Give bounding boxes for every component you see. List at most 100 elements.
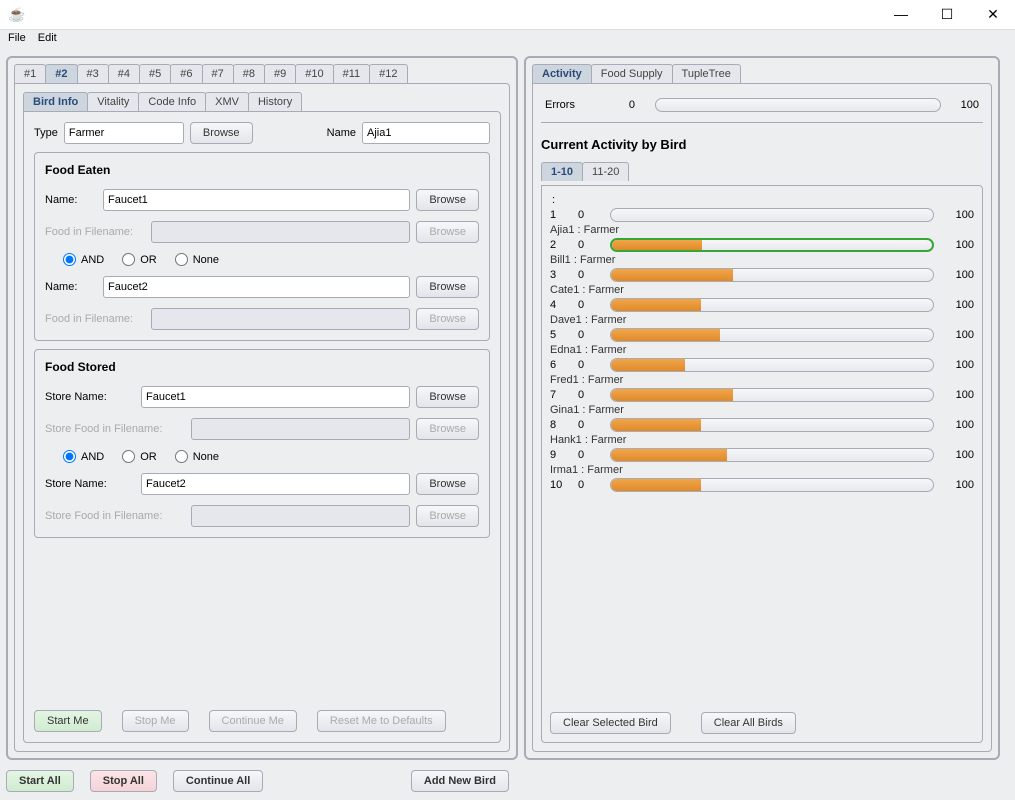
activity-hi: 100 (946, 269, 974, 281)
food-eaten-browse-2[interactable]: Browse (416, 276, 479, 298)
tab-range-11-20[interactable]: 11-20 (582, 162, 629, 181)
activity-index: 2 (550, 239, 566, 251)
minimize-button[interactable]: — (887, 6, 915, 23)
food-eaten-file-input-2 (151, 308, 410, 330)
food-eaten-title: Food Eaten (45, 163, 479, 177)
tab-bird-#4[interactable]: #4 (108, 64, 140, 83)
activity-label-8: Gina1 : Farmer (550, 404, 974, 416)
food-stored-radio-and[interactable]: AND (63, 450, 104, 463)
food-stored-name-input-1[interactable] (141, 386, 410, 408)
bird-info-tabs: Bird InfoVitalityCode InfoXMVHistory (23, 92, 501, 111)
activity-progress-1 (610, 208, 934, 222)
type-browse-button[interactable]: Browse (190, 122, 253, 144)
food-eaten-radio-and[interactable]: AND (63, 253, 104, 266)
tab-bird-#12[interactable]: #12 (369, 64, 407, 83)
food-eaten-file-browse-2: Browse (416, 308, 479, 330)
errors-progress (655, 98, 941, 112)
activity-hi: 100 (946, 479, 974, 491)
food-eaten-name-label-1: Name: (45, 194, 97, 206)
start-me-button[interactable]: Start Me (34, 710, 102, 732)
food-stored-title: Food Stored (45, 360, 479, 374)
tab-info-bird-info[interactable]: Bird Info (23, 92, 88, 111)
name-input[interactable] (362, 122, 490, 144)
errors-hi: 100 (961, 99, 979, 111)
activity-progress-3 (610, 268, 934, 282)
activity-hi: 100 (946, 359, 974, 371)
tab-bird-#6[interactable]: #6 (170, 64, 202, 83)
menu-edit[interactable]: Edit (38, 32, 57, 48)
tab-right-activity[interactable]: Activity (532, 64, 592, 83)
add-new-bird-button[interactable]: Add New Bird (411, 770, 509, 792)
activity-lo: 0 (578, 389, 598, 401)
activity-lo: 0 (578, 479, 598, 491)
tab-bird-#8[interactable]: #8 (233, 64, 265, 83)
activity-lo: 0 (578, 359, 598, 371)
left-panel: #1#2#3#4#5#6#7#8#9#10#11#12 Bird InfoVit… (6, 56, 518, 760)
activity-index: 9 (550, 449, 566, 461)
food-eaten-file-input-1 (151, 221, 410, 243)
activity-item-4: Cate1 : Farmer40100 (550, 284, 974, 314)
clear-all-button[interactable]: Clear All Birds (701, 712, 796, 734)
tab-right-tupletree[interactable]: TupleTree (672, 64, 741, 83)
activity-list-container: : 10100Ajia1 : Farmer20100Bill1 : Farmer… (541, 185, 983, 743)
type-input[interactable] (64, 122, 184, 144)
clear-selected-button[interactable]: Clear Selected Bird (550, 712, 671, 734)
activity-progress-8 (610, 418, 934, 432)
food-stored-browse-2[interactable]: Browse (416, 473, 479, 495)
stop-all-button[interactable]: Stop All (90, 770, 157, 792)
food-eaten-file-label-1: Food in Filename: (45, 226, 145, 238)
maximize-button[interactable]: ☐ (933, 6, 961, 23)
activity-lo: 0 (578, 239, 598, 251)
close-button[interactable]: ✕ (979, 6, 1007, 23)
food-eaten-name-input-2[interactable] (103, 276, 410, 298)
tab-bird-#10[interactable]: #10 (295, 64, 333, 83)
right-tabs: ActivityFood SupplyTupleTree (532, 64, 992, 83)
food-stored-radio-or[interactable]: OR (122, 450, 157, 463)
tab-range-1-10[interactable]: 1-10 (541, 162, 583, 181)
food-stored-radio-none[interactable]: None (175, 450, 219, 463)
activity-hi: 100 (946, 239, 974, 251)
food-stored-file-browse-1: Browse (416, 418, 479, 440)
errors-lo: 0 (595, 99, 635, 111)
bird-control-row: Start Me Stop Me Continue Me Reset Me to… (34, 710, 490, 732)
tab-info-code-info[interactable]: Code Info (138, 92, 206, 111)
tab-bird-#9[interactable]: #9 (264, 64, 296, 83)
food-eaten-radio-or[interactable]: OR (122, 253, 157, 266)
activity-item-8: Gina1 : Farmer80100 (550, 404, 974, 434)
food-stored-file-label-2: Store Food in Filename: (45, 510, 185, 522)
tab-bird-#5[interactable]: #5 (139, 64, 171, 83)
activity-lo: 0 (578, 419, 598, 431)
food-eaten-file-browse-1: Browse (416, 221, 479, 243)
errors-row: Errors 0 100 (541, 92, 983, 123)
activity-index: 1 (550, 209, 566, 221)
tab-info-xmv[interactable]: XMV (205, 92, 249, 111)
bird-index-tab-content: Bird InfoVitalityCode InfoXMVHistory Typ… (14, 83, 510, 752)
food-eaten-radio-none[interactable]: None (175, 253, 219, 266)
food-stored-file-input-2 (191, 505, 410, 527)
activity-progress-5 (610, 328, 934, 342)
tab-bird-#7[interactable]: #7 (202, 64, 234, 83)
food-eaten-name-input-1[interactable] (103, 189, 410, 211)
stop-me-button: Stop Me (122, 710, 189, 732)
activity-index: 6 (550, 359, 566, 371)
food-eaten-browse-1[interactable]: Browse (416, 189, 479, 211)
activity-item-5: Dave1 : Farmer50100 (550, 314, 974, 344)
tab-right-food-supply[interactable]: Food Supply (591, 64, 673, 83)
activity-progress-7 (610, 388, 934, 402)
menu-file[interactable]: File (8, 32, 26, 48)
start-all-button[interactable]: Start All (6, 770, 74, 792)
activity-hi: 100 (946, 329, 974, 341)
food-stored-name-input-2[interactable] (141, 473, 410, 495)
tab-info-history[interactable]: History (248, 92, 302, 111)
continue-all-button[interactable]: Continue All (173, 770, 263, 792)
food-stored-name-label-2: Store Name: (45, 478, 135, 490)
tab-bird-#11[interactable]: #11 (333, 64, 371, 83)
tab-bird-#2[interactable]: #2 (45, 64, 77, 83)
tab-bird-#3[interactable]: #3 (77, 64, 109, 83)
activity-progress-10 (610, 478, 934, 492)
activity-item-1: 10100 (550, 206, 974, 224)
right-panel: ActivityFood SupplyTupleTree Errors 0 10… (524, 56, 1000, 760)
tab-bird-#1[interactable]: #1 (14, 64, 46, 83)
food-stored-browse-1[interactable]: Browse (416, 386, 479, 408)
tab-info-vitality[interactable]: Vitality (87, 92, 139, 111)
